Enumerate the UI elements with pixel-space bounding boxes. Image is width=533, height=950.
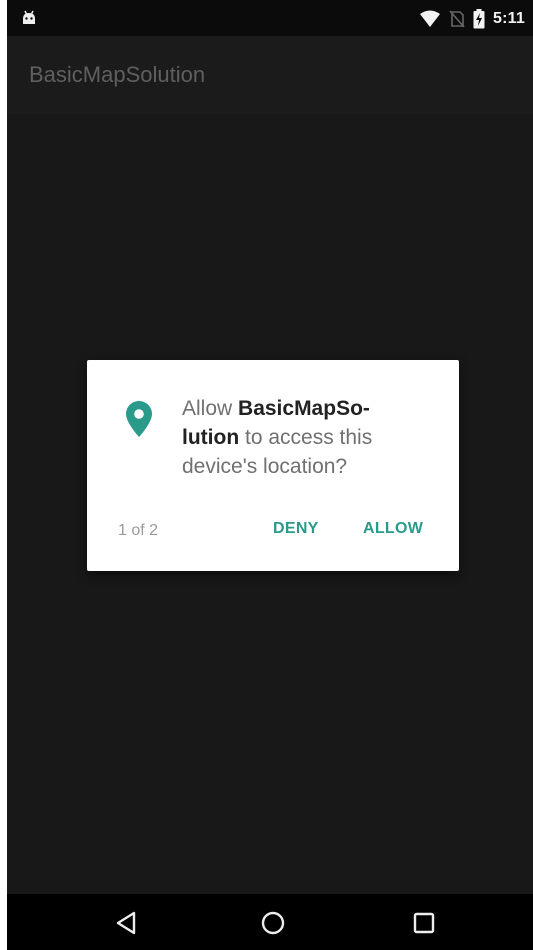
- deny-button[interactable]: DENY: [273, 520, 319, 538]
- home-icon[interactable]: [259, 909, 287, 937]
- recents-icon[interactable]: [410, 909, 438, 937]
- allow-button[interactable]: ALLOW: [363, 520, 423, 538]
- battery-charging-icon: [473, 9, 485, 29]
- permission-dialog: Allow BasicMapSo-lution to access this d…: [87, 360, 459, 571]
- status-time: 5:11: [493, 10, 525, 27]
- android-notification-icon: [23, 10, 35, 24]
- dialog-counter: 1 of 2: [118, 522, 159, 539]
- message-prefix: Allow: [182, 397, 239, 420]
- location-pin-icon: [126, 401, 152, 437]
- message-app-name-line2: lution: [182, 426, 240, 449]
- status-bar: 5:11: [7, 0, 533, 36]
- message-app-name-line1: BasicMapSo-: [238, 397, 370, 420]
- status-icons: 5:11: [419, 8, 525, 30]
- no-sim-icon: [449, 10, 465, 28]
- back-icon[interactable]: [113, 909, 141, 937]
- wifi-icon: [420, 10, 441, 27]
- app-bar: BasicMapSolution: [7, 36, 533, 114]
- device-screen: 5:11 BasicMapSolution Allow BasicMapSo-l…: [7, 0, 533, 950]
- dialog-message: Allow BasicMapSo-lution to access this d…: [182, 394, 422, 481]
- navigation-bar: [7, 894, 533, 950]
- app-title: BasicMapSolution: [29, 62, 206, 87]
